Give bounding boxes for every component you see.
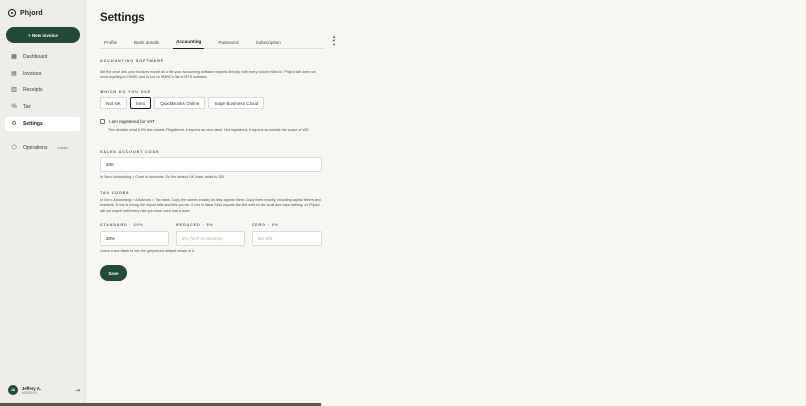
nav-separator — [5, 133, 80, 141]
shield-icon: ⬡ — [11, 145, 17, 152]
sales-account-input[interactable]: 200 — [100, 157, 322, 172]
profile-plan: MONTHLY — [22, 390, 38, 395]
scroll-control[interactable]: ▲ ▼ ▼ — [332, 35, 336, 47]
option-sage-business-cloud[interactable]: Sage Business Cloud — [208, 97, 265, 109]
sidebar-item-label: Invoices — [23, 70, 42, 77]
section-label-accounting-software: Accounting Software — [100, 59, 165, 63]
tab-subscription[interactable]: Subscription — [253, 36, 284, 49]
chevron-down-icon[interactable]: ▼ — [332, 43, 336, 47]
accounting-description: Set the once and your invoices export as… — [100, 70, 316, 80]
section-label-sales-account: Sales account code — [100, 150, 160, 154]
sidebar-item-receipts[interactable]: ▥ Receipts — [5, 83, 80, 97]
user-profile[interactable]: JA Jeffery A. MONTHLY ⇥ — [8, 385, 80, 395]
software-options: Not set Xero QuickBooks Online Sage Busi… — [100, 97, 265, 109]
sidebar-item-operations[interactable]: ⬡ Operations Insider — [5, 141, 80, 155]
tab-profile[interactable]: Profile — [100, 36, 120, 49]
rate-input-zero[interactable]: No VAT — [252, 231, 322, 246]
option-xero[interactable]: Xero — [129, 97, 152, 109]
rate-label-zero: Zero · 0% — [252, 223, 279, 227]
rate-input-standard[interactable]: 20% — [100, 231, 169, 246]
sidebar-nav: ▦ Dashboard ▤ Invoices ▥ Receipts % Tax … — [5, 50, 80, 158]
section-label-which: Which do you use — [100, 90, 152, 94]
tax-codes-help: In Xero: Accounting > Advanced > Tax rat… — [100, 198, 321, 213]
option-not-set[interactable]: Not set — [100, 97, 127, 109]
sidebar-item-label: Receipts — [23, 87, 43, 94]
sidebar-item-label: Tax — [23, 104, 31, 111]
tab-password[interactable]: Password — [215, 36, 241, 49]
receipt-icon: ▥ — [11, 87, 17, 94]
vat-help: This decides what a 0% line means. Regis… — [108, 128, 310, 132]
sidebar-item-invoices[interactable]: ▤ Invoices — [5, 67, 80, 81]
tab-bank-details[interactable]: Bank details — [131, 36, 162, 49]
sidebar-item-settings[interactable]: ⚙ Settings — [5, 116, 80, 131]
play-circle-icon — [8, 9, 16, 17]
profile-text: Jeffery A. MONTHLY — [22, 386, 41, 395]
sales-account-help: In Xero: Accounting > Chart of accounts.… — [100, 175, 225, 179]
main-content: Settings Profile Bank details Accounting… — [86, 0, 806, 406]
save-button[interactable]: Save — [100, 265, 127, 281]
logout-icon[interactable]: ⇥ — [75, 387, 80, 394]
sidebar-item-dashboard[interactable]: ▦ Dashboard — [5, 50, 80, 64]
vat-checkbox[interactable] — [100, 119, 105, 124]
sidebar-item-label: Settings — [23, 120, 43, 127]
rate-label-reduced: Reduced · 5% — [176, 223, 214, 227]
profile-name: Jeffery A. — [22, 385, 41, 391]
new-invoice-button[interactable]: + New invoice — [6, 27, 80, 43]
document-icon: ▤ — [11, 70, 17, 77]
vat-checkbox-row[interactable]: I am registered for VAT — [100, 119, 155, 124]
grid-icon: ▦ — [11, 54, 17, 60]
sidebar-item-label: Dashboard — [23, 54, 48, 60]
page-title: Settings — [100, 12, 145, 24]
rate-label-standard: Standard · 20% — [100, 223, 144, 227]
blank-help: Leave a box blank to use the greyed-out … — [100, 249, 195, 253]
rate-input-reduced[interactable]: 5% (VAT on Income) — [176, 231, 245, 246]
sidebar-item-tax[interactable]: % Tax — [5, 100, 80, 114]
gear-icon: ⚙ — [11, 120, 17, 127]
percent-icon: % — [11, 104, 17, 111]
vat-checkbox-label: I am registered for VAT — [109, 119, 155, 124]
section-label-tax-codes: Tax codes — [100, 191, 130, 195]
avatar: JA — [8, 385, 18, 395]
sidebar-item-label: Operations — [23, 145, 48, 152]
settings-tabs: Profile Bank details Accounting Password… — [100, 36, 324, 49]
insider-badge: Insider — [57, 146, 69, 151]
tab-accounting[interactable]: Accounting — [173, 36, 205, 49]
brand-name: Phjord — [20, 9, 43, 17]
sidebar: Phjord + New invoice ▦ Dashboard ▤ Invoi… — [0, 0, 86, 406]
option-quickbooks-online[interactable]: QuickBooks Online — [154, 97, 206, 109]
brand[interactable]: Phjord — [8, 9, 43, 17]
